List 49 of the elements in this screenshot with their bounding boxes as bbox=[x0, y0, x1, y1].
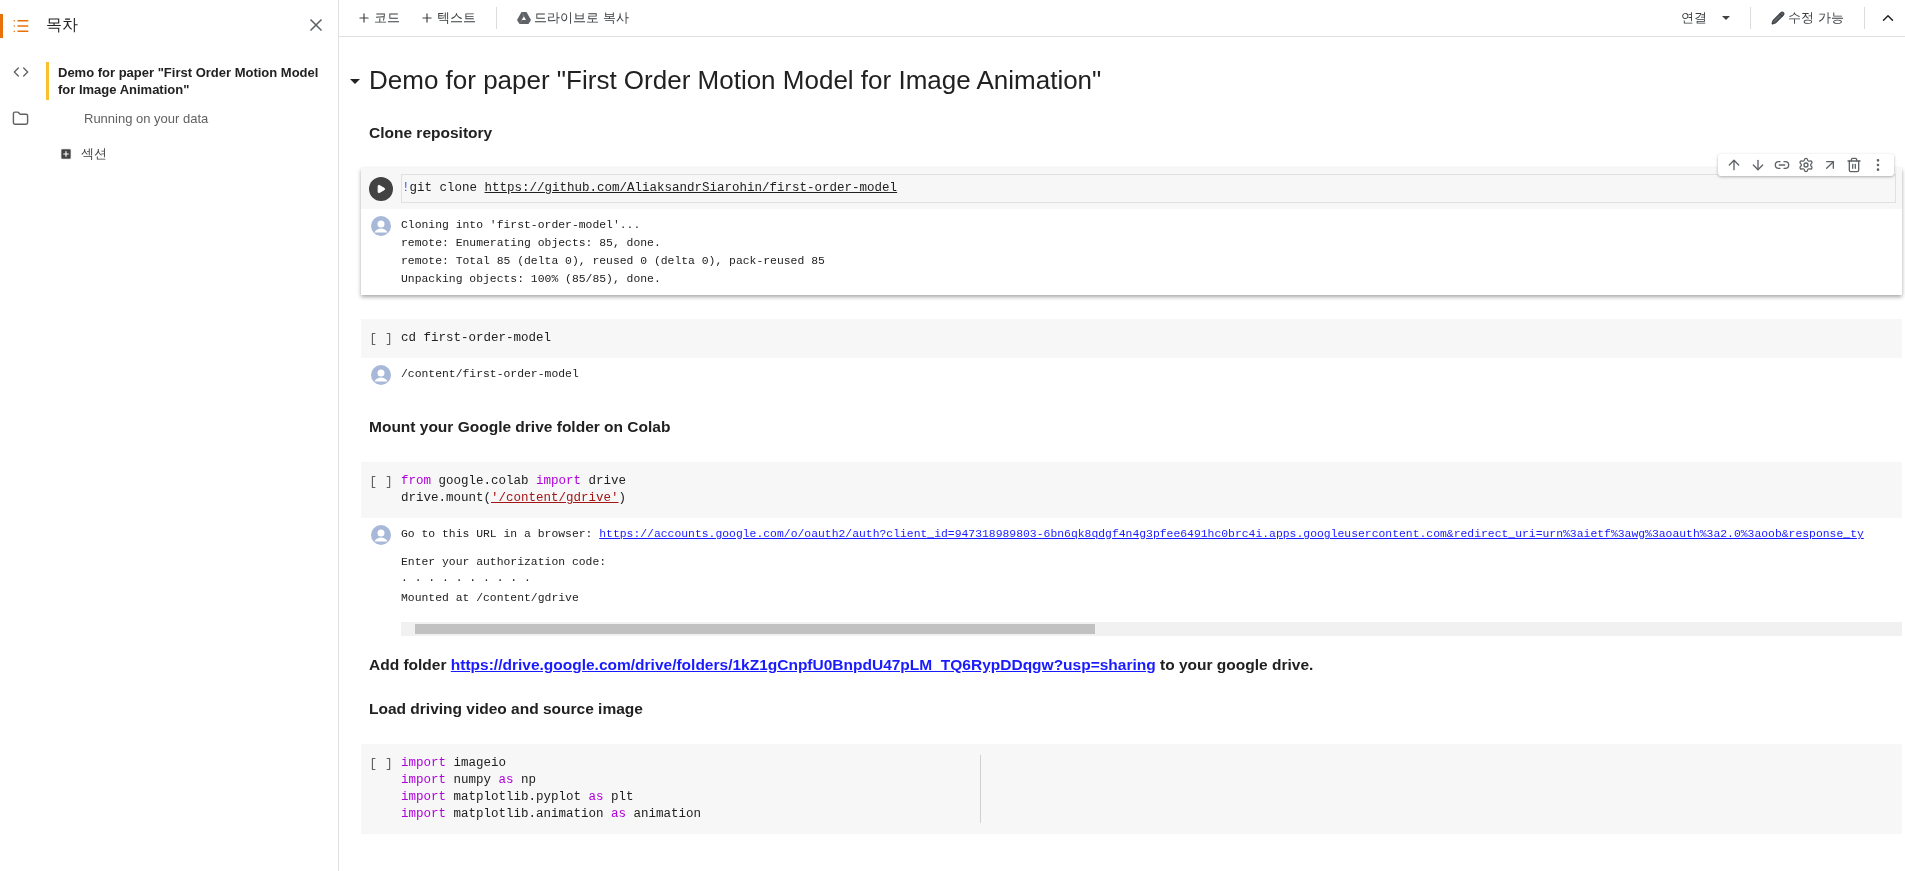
triangle-logo-icon bbox=[517, 12, 531, 24]
code-icon bbox=[12, 64, 29, 80]
sidebar-title: 목차 bbox=[46, 14, 78, 35]
dropdown-caret-icon bbox=[1722, 16, 1731, 20]
code-cell[interactable]: [ ] import imageio import numpy as np import matplotlib.pyplot as plt import matplotlib.animation as animation bbox=[361, 744, 1902, 834]
move-down-icon[interactable] bbox=[1750, 157, 1766, 173]
url-link[interactable]: https://accounts.google.com/o/oauth2/auth?client_id=947318989803-6bn6qk8qdgf4n4g3pfee6491hc0brc4i.apps.googleusercontent.com&redirect_uri=urn%3aietf%3awg%3aoauth%3a2.0%3aoob&response_ty bbox=[599, 528, 1864, 540]
edit-mode-button[interactable]: 수정 가능 bbox=[1765, 5, 1850, 31]
connect-button[interactable]: 연결 bbox=[1675, 5, 1737, 31]
toc-item[interactable]: Demo for paper "First Order Motion Model for Image Animation" bbox=[46, 62, 338, 100]
output-avatar-icon bbox=[371, 216, 391, 236]
add-text-button[interactable]: 텍스트 bbox=[414, 5, 482, 31]
plus-icon bbox=[357, 11, 371, 25]
code-cell[interactable] bbox=[361, 462, 1902, 636]
code-editor[interactable]: cd first-order-model bbox=[401, 330, 1902, 347]
code-editor[interactable]: from google.colab import drive drive.mount('/content/gdrive') bbox=[401, 473, 1902, 507]
cell-output: Go to this URL in a browser: https://accounts.google.com/o/oauth2/auth?client_id=947318989803-6bn6qk8qdgf4n4g3pfee6491hc0brc4i.apps.googleusercontent.com&redirect_uri=urn%3aietf%3awg%3aoauth%3a2.0%3aoob&response_ty Enter your authorization code: · · · · · · · · · · Mounted at /content/gdrive bbox=[401, 527, 1865, 606]
cell-prompt[interactable]: [ ] bbox=[369, 330, 393, 347]
add-code-button[interactable]: 코드 bbox=[351, 5, 406, 31]
drive-folder-link[interactable]: https://drive.google.com/drive/folders/1kZ1gCnpfU0BnpdU47pLM_TQ6RypDDqgw?usp=sharing bbox=[450, 656, 1156, 673]
cell-output: Cloning into 'first-order-model'... remote: Enumerating objects: 85, done. remote: Total 85 (delta 0), reused 0 (delta 0), pack-reused 85 Unpacking objects: 100% (85/85), done. bbox=[401, 218, 826, 287]
section-heading: Load driving video and source image bbox=[369, 700, 644, 718]
section-heading: Clone repository bbox=[369, 124, 494, 142]
table-of-contents-icon bbox=[11, 17, 30, 35]
move-up-icon[interactable] bbox=[1726, 157, 1742, 173]
cell-output: /content/first-order-model bbox=[401, 367, 580, 382]
cell-prompt[interactable]: [ ] bbox=[369, 755, 393, 772]
text-paragraph: Add folder https://drive.google.com/drive/folders/1kZ1gCnpfU0BnpdU47pLM_TQ6RypDDqgw?usp=sharing to your google drive. bbox=[369, 656, 1315, 674]
output-avatar-icon bbox=[371, 365, 391, 385]
code-cell[interactable] bbox=[361, 168, 1902, 295]
add-section-button[interactable]: 섹션 bbox=[59, 145, 338, 163]
code-editor[interactable]: !git clone https://github.com/AliaksandrSiarohin/first-order-model bbox=[401, 174, 1896, 203]
plus-icon bbox=[420, 11, 434, 25]
notebook-section-title: Demo for paper "First Order Motion Model for Image Animation" bbox=[369, 65, 1102, 96]
folder-icon bbox=[12, 109, 29, 127]
settings-icon[interactable] bbox=[1798, 157, 1814, 173]
plus-square-icon bbox=[59, 147, 73, 161]
run-button[interactable] bbox=[369, 177, 393, 201]
code-editor[interactable]: import imageio import numpy as np import matplotlib.pyplot as plt import matplotlib.animation as animation bbox=[401, 755, 1902, 823]
horizontal-scrollbar[interactable] bbox=[401, 622, 1902, 636]
play-icon bbox=[376, 184, 386, 194]
output-avatar-icon bbox=[371, 525, 391, 545]
toc-item[interactable]: Running on your data bbox=[46, 108, 338, 129]
url-link[interactable]: https://github.com/AliaksandrSiarohin/first-order-model bbox=[484, 181, 898, 195]
copy-to-drive-button[interactable]: 드라이브로 복사 bbox=[511, 5, 635, 31]
cell-prompt[interactable]: [ ] bbox=[369, 473, 393, 490]
section-heading: Mount your Google drive folder on Colab bbox=[369, 418, 672, 436]
trash-icon[interactable] bbox=[1846, 157, 1862, 173]
pencil-icon bbox=[1771, 11, 1786, 25]
